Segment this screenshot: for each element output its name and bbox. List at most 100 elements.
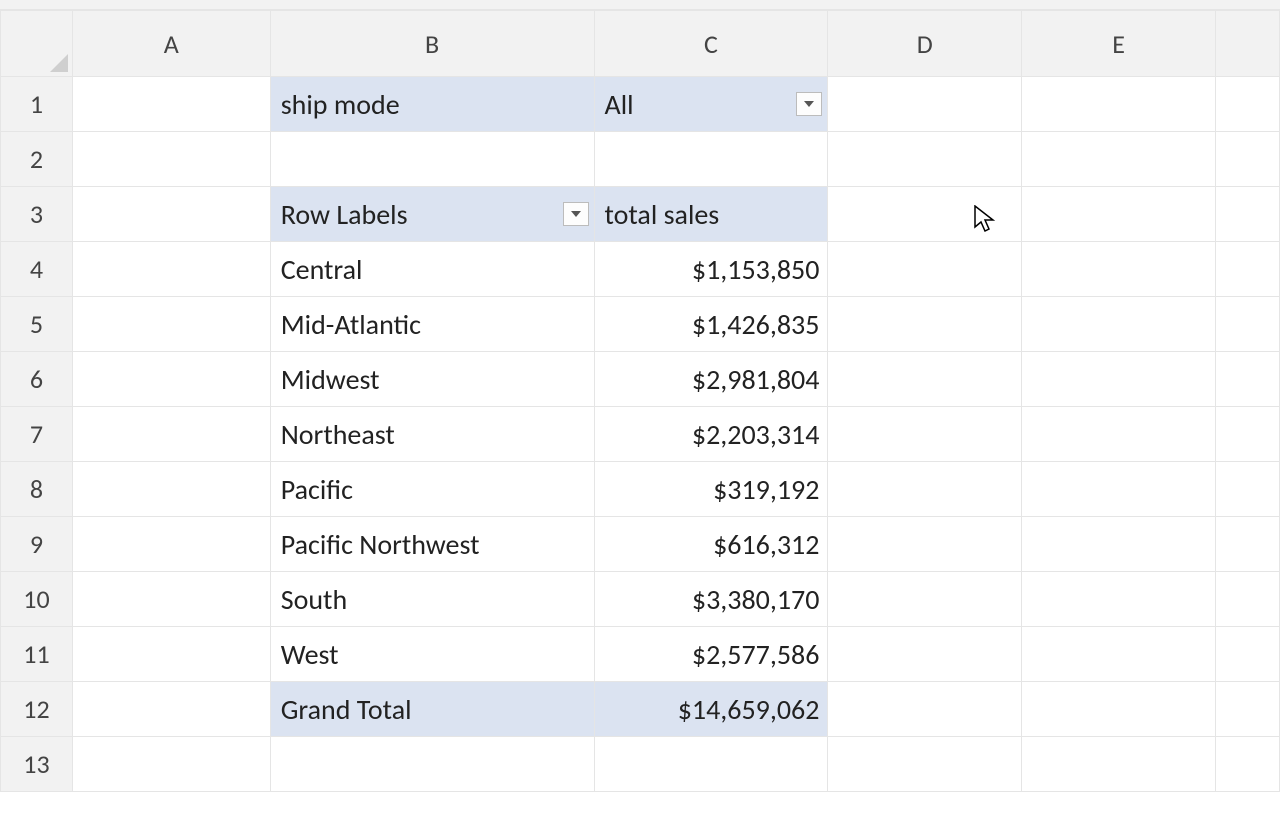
cell-D12[interactable] xyxy=(828,682,1022,737)
cell-E12[interactable] xyxy=(1022,682,1216,737)
row-header-11[interactable]: 11 xyxy=(1,627,73,682)
cell-E1[interactable] xyxy=(1022,77,1216,132)
cell-C13[interactable] xyxy=(594,737,828,792)
pivot-measure-header[interactable]: total sales xyxy=(594,187,828,242)
cell-E8[interactable] xyxy=(1022,462,1216,517)
cell-A12[interactable] xyxy=(72,682,270,737)
cell-F7[interactable] xyxy=(1216,407,1280,462)
pivot-row-value[interactable]: $616,312 xyxy=(594,517,828,572)
column-header-E[interactable]: E xyxy=(1022,11,1216,77)
cell-F1[interactable] xyxy=(1216,77,1280,132)
cell-A3[interactable] xyxy=(72,187,270,242)
cell-A10[interactable] xyxy=(72,572,270,627)
row-header-4[interactable]: 4 xyxy=(1,242,73,297)
cell-E11[interactable] xyxy=(1022,627,1216,682)
row-header-6[interactable]: 6 xyxy=(1,352,73,407)
cell-A11[interactable] xyxy=(72,627,270,682)
column-header-C[interactable]: C xyxy=(594,11,828,77)
cell-A8[interactable] xyxy=(72,462,270,517)
cell-D10[interactable] xyxy=(828,572,1022,627)
cell-D1[interactable] xyxy=(828,77,1022,132)
pivot-filter-value[interactable]: All xyxy=(594,77,828,132)
row-header-10[interactable]: 10 xyxy=(1,572,73,627)
cell-E4[interactable] xyxy=(1022,242,1216,297)
cell-B13[interactable] xyxy=(270,737,594,792)
column-header-overflow[interactable] xyxy=(1216,11,1280,77)
cell-D2[interactable] xyxy=(828,132,1022,187)
cell-E10[interactable] xyxy=(1022,572,1216,627)
cell-A6[interactable] xyxy=(72,352,270,407)
row-header-9[interactable]: 9 xyxy=(1,517,73,572)
cell-E13[interactable] xyxy=(1022,737,1216,792)
cell-F5[interactable] xyxy=(1216,297,1280,352)
cell-A9[interactable] xyxy=(72,517,270,572)
cell-D8[interactable] xyxy=(828,462,1022,517)
row-header-5[interactable]: 5 xyxy=(1,297,73,352)
pivot-row-label[interactable]: Pacific Northwest xyxy=(270,517,594,572)
pivot-row-value[interactable]: $2,577,586 xyxy=(594,627,828,682)
cell-D6[interactable] xyxy=(828,352,1022,407)
pivot-row-label[interactable]: Northeast xyxy=(270,407,594,462)
pivot-grand-total-value[interactable]: $14,659,062 xyxy=(594,682,828,737)
pivot-row-value[interactable]: $1,426,835 xyxy=(594,297,828,352)
select-all-corner[interactable] xyxy=(1,11,73,77)
pivot-row-labels-header[interactable]: Row Labels xyxy=(270,187,594,242)
cell-F13[interactable] xyxy=(1216,737,1280,792)
row-header-12[interactable]: 12 xyxy=(1,682,73,737)
cell-A2[interactable] xyxy=(72,132,270,187)
pivot-row-label[interactable]: Mid-Atlantic xyxy=(270,297,594,352)
cell-A13[interactable] xyxy=(72,737,270,792)
cell-F12[interactable] xyxy=(1216,682,1280,737)
cell-F3[interactable] xyxy=(1216,187,1280,242)
cell-C2[interactable] xyxy=(594,132,828,187)
cell-A7[interactable] xyxy=(72,407,270,462)
pivot-row-label[interactable]: Midwest xyxy=(270,352,594,407)
row-header-2[interactable]: 2 xyxy=(1,132,73,187)
pivot-row-label[interactable]: West xyxy=(270,627,594,682)
row-header-1[interactable]: 1 xyxy=(1,77,73,132)
cell-D5[interactable] xyxy=(828,297,1022,352)
cell-E5[interactable] xyxy=(1022,297,1216,352)
cell-D3[interactable] xyxy=(828,187,1022,242)
row-header-3[interactable]: 3 xyxy=(1,187,73,242)
cell-D11[interactable] xyxy=(828,627,1022,682)
pivot-row-value[interactable]: $3,380,170 xyxy=(594,572,828,627)
worksheet-grid[interactable]: A B C D E 1 ship mode All 2 3 xyxy=(0,10,1280,792)
cell-D4[interactable] xyxy=(828,242,1022,297)
pivot-grand-total-label[interactable]: Grand Total xyxy=(270,682,594,737)
cell-A1[interactable] xyxy=(72,77,270,132)
cell-A5[interactable] xyxy=(72,297,270,352)
cell-F6[interactable] xyxy=(1216,352,1280,407)
cell-E7[interactable] xyxy=(1022,407,1216,462)
cell-E6[interactable] xyxy=(1022,352,1216,407)
column-header-B[interactable]: B xyxy=(270,11,594,77)
cell-D13[interactable] xyxy=(828,737,1022,792)
row-header-13[interactable]: 13 xyxy=(1,737,73,792)
cell-D7[interactable] xyxy=(828,407,1022,462)
column-header-D[interactable]: D xyxy=(828,11,1022,77)
cell-B2[interactable] xyxy=(270,132,594,187)
pivot-row-label[interactable]: Pacific xyxy=(270,462,594,517)
pivot-filter-field[interactable]: ship mode xyxy=(270,77,594,132)
pivot-row-value[interactable]: $2,203,314 xyxy=(594,407,828,462)
filter-dropdown-button[interactable] xyxy=(796,92,822,116)
cell-F9[interactable] xyxy=(1216,517,1280,572)
cell-F11[interactable] xyxy=(1216,627,1280,682)
cell-A4[interactable] xyxy=(72,242,270,297)
cell-E3[interactable] xyxy=(1022,187,1216,242)
cell-F8[interactable] xyxy=(1216,462,1280,517)
cell-F10[interactable] xyxy=(1216,572,1280,627)
pivot-row-value[interactable]: $2,981,804 xyxy=(594,352,828,407)
cell-E9[interactable] xyxy=(1022,517,1216,572)
pivot-row-label[interactable]: South xyxy=(270,572,594,627)
pivot-row-value[interactable]: $319,192 xyxy=(594,462,828,517)
pivot-row-label[interactable]: Central xyxy=(270,242,594,297)
cell-F4[interactable] xyxy=(1216,242,1280,297)
row-header-8[interactable]: 8 xyxy=(1,462,73,517)
cell-D9[interactable] xyxy=(828,517,1022,572)
cell-E2[interactable] xyxy=(1022,132,1216,187)
pivot-row-value[interactable]: $1,153,850 xyxy=(594,242,828,297)
cell-F2[interactable] xyxy=(1216,132,1280,187)
column-header-A[interactable]: A xyxy=(72,11,270,77)
row-header-7[interactable]: 7 xyxy=(1,407,73,462)
